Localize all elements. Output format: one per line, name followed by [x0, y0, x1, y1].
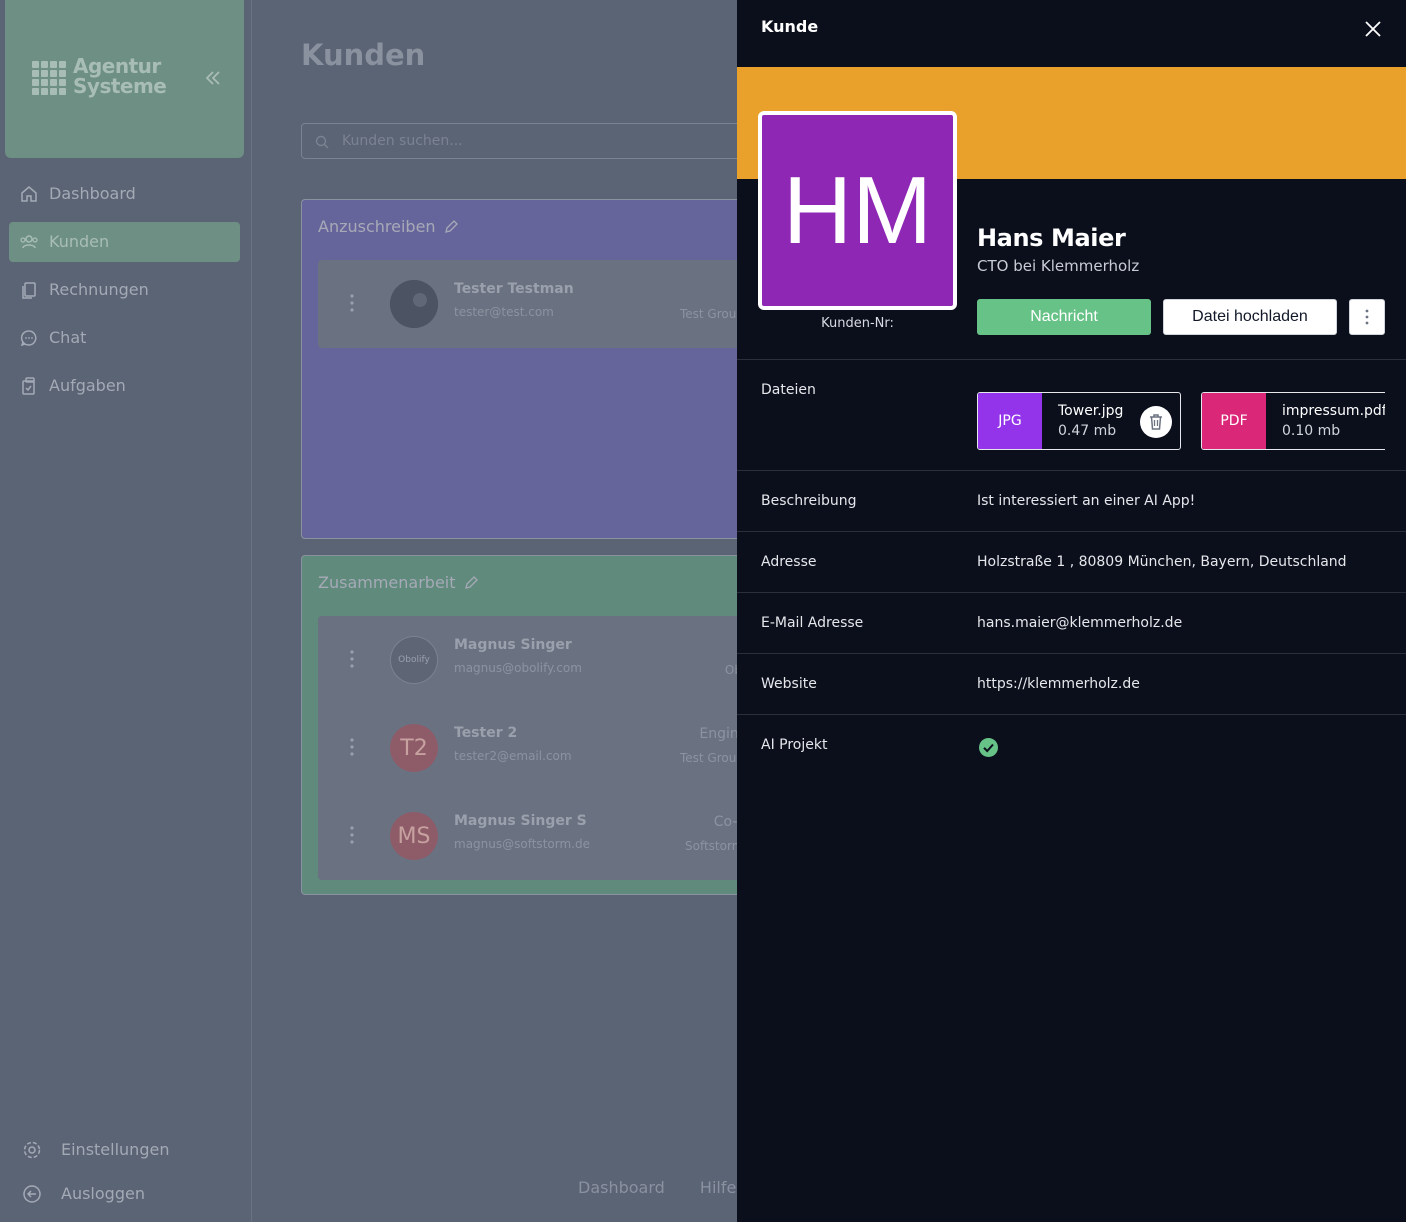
file-name: Tower.jpg — [1058, 403, 1124, 419]
card-list: Tester Testman tester@test.com CE Test G… — [318, 260, 760, 348]
clipboard-icon — [22, 377, 35, 395]
customer-name: Magnus Singer — [454, 637, 572, 653]
website-label: Website — [761, 676, 817, 692]
sidebar-item-label: Chat — [49, 328, 87, 347]
home-icon — [21, 186, 37, 202]
customer-name: Tester Testman — [454, 281, 574, 297]
customer-number-label: Kunden-Nr: — [821, 316, 894, 331]
website-value[interactable]: https://klemmerholz.de — [977, 676, 1140, 692]
sidebar: Agentur Systeme Dashboard Kunden Rechnun… — [0, 0, 252, 1222]
customer-email: tester@test.com — [454, 305, 554, 319]
sidebar-item-chat[interactable]: Chat — [9, 318, 240, 358]
message-button[interactable]: Nachricht — [977, 299, 1151, 335]
website-row: Website https://klemmerholz.de — [737, 653, 1406, 714]
sidebar-item-label: Aufgaben — [49, 376, 126, 395]
customer-name: Tester 2 — [454, 725, 518, 741]
footer-link-dashboard[interactable]: Dashboard — [578, 1178, 665, 1197]
edit-icon[interactable] — [464, 575, 479, 590]
close-icon[interactable] — [1363, 19, 1383, 39]
chat-icon — [20, 330, 37, 347]
customer-name: Hans Maier — [977, 224, 1126, 252]
search-input[interactable]: Kunden suchen... — [301, 123, 761, 159]
address-row: Adresse Holzstraße 1 , 80809 München, Ba… — [737, 531, 1406, 592]
gear-icon — [23, 1141, 41, 1159]
sidebar-item-label: Kunden — [49, 232, 110, 251]
file-type-badge: PDF — [1202, 393, 1266, 449]
customer-avatar: HM — [758, 111, 957, 310]
sidebar-item-label: Dashboard — [49, 184, 136, 203]
description-label: Beschreibung — [761, 493, 857, 509]
card-list: Obolify Magnus Singer magnus@obolify.com… — [318, 616, 760, 880]
sidebar-item-rechnungen[interactable]: Rechnungen — [9, 270, 240, 310]
customer-detail-panel: Kunde HM Kunden-Nr: Hans Maier CTO bei K… — [737, 0, 1406, 1222]
sidebar-item-kunden[interactable]: Kunden — [9, 222, 240, 262]
address-value: Holzstraße 1 , 80809 München, Bayern, De… — [977, 554, 1347, 570]
avatar: T2 — [390, 724, 438, 772]
customer-name: Magnus Singer S — [454, 813, 587, 829]
description-row: Beschreibung Ist interessiert an einer A… — [737, 470, 1406, 531]
avatar — [390, 280, 438, 328]
customer-card[interactable]: Tester Testman tester@test.com CE Test G… — [318, 260, 760, 348]
check-circle-icon — [979, 738, 998, 757]
page-title: Kunden — [301, 38, 426, 72]
email-label: E-Mail Adresse — [761, 615, 864, 631]
customer-card[interactable]: Obolify Magnus Singer magnus@obolify.com… — [318, 616, 760, 704]
address-label: Adresse — [761, 554, 817, 570]
sidebar-item-label: Einstellungen — [61, 1140, 170, 1159]
files-label: Dateien — [761, 382, 816, 398]
more-options-button[interactable] — [1349, 299, 1385, 335]
column-title: Zusammenarbeit — [318, 573, 456, 592]
footer-link-hilfe[interactable]: Hilfe — [700, 1178, 736, 1197]
column-title: Anzuschreiben — [318, 217, 436, 236]
sidebar-item-ausloggen[interactable]: Ausloggen — [22, 1182, 242, 1206]
edit-icon[interactable] — [444, 219, 459, 234]
drag-handle-icon[interactable] — [350, 294, 354, 312]
upload-file-button[interactable]: Datei hochladen — [1163, 299, 1337, 335]
avatar: MS — [390, 812, 438, 860]
file-name: impressum.pdf — [1282, 403, 1385, 419]
customer-subtitle: CTO bei Klemmerholz — [977, 257, 1140, 275]
customer-email: magnus@softstorm.de — [454, 837, 590, 851]
customer-card[interactable]: T2 Tester 2 tester2@email.com Enginee Te… — [318, 704, 760, 792]
file-item[interactable]: JPG Tower.jpg 0.47 mb — [977, 392, 1181, 450]
logo-text: Agentur Systeme — [73, 54, 167, 98]
search-placeholder: Kunden suchen... — [342, 133, 463, 149]
drag-handle-icon[interactable] — [350, 650, 354, 668]
sidebar-item-dashboard[interactable]: Dashboard — [9, 174, 240, 214]
file-size: 0.10 mb — [1282, 423, 1341, 439]
search-icon — [315, 135, 329, 149]
logo-icon — [32, 61, 66, 95]
trash-icon — [1150, 414, 1162, 430]
avatar: Obolify — [390, 636, 438, 684]
ai-project-label: AI Projekt — [761, 737, 828, 753]
drag-handle-icon[interactable] — [350, 826, 354, 844]
column-zusammenarbeit: Zusammenarbeit Obolify Magnus Singer mag… — [301, 555, 761, 895]
drag-handle-icon[interactable] — [350, 738, 354, 756]
sidebar-item-einstellungen[interactable]: Einstellungen — [22, 1138, 242, 1162]
logo-area: Agentur Systeme — [5, 0, 244, 158]
photo-avatar-icon — [390, 280, 438, 328]
sidebar-item-aufgaben[interactable]: Aufgaben — [9, 366, 240, 406]
file-item[interactable]: PDF impressum.pdf 0.10 mb — [1201, 392, 1385, 450]
customer-email: tester2@email.com — [454, 749, 572, 763]
delete-file-button[interactable] — [1140, 406, 1172, 438]
logout-icon — [23, 1185, 41, 1203]
email-value[interactable]: hans.maier@klemmerholz.de — [977, 615, 1182, 631]
ai-project-row: AI Projekt — [737, 714, 1406, 775]
collapse-sidebar-icon[interactable] — [203, 66, 223, 90]
email-row: E-Mail Adresse hans.maier@klemmerholz.de — [737, 592, 1406, 653]
file-type-badge: JPG — [978, 393, 1042, 449]
file-size: 0.47 mb — [1058, 423, 1117, 439]
sidebar-item-label: Rechnungen — [49, 280, 149, 299]
sidebar-item-label: Ausloggen — [61, 1184, 145, 1203]
documents-icon — [22, 282, 36, 299]
customer-card[interactable]: MS Magnus Singer S magnus@softstorm.de C… — [318, 792, 760, 880]
users-icon — [20, 235, 38, 249]
panel-title: Kunde — [761, 17, 819, 36]
more-vertical-icon — [1365, 309, 1369, 325]
customer-email: magnus@obolify.com — [454, 661, 582, 675]
description-value: Ist interessiert an einer AI App! — [977, 493, 1196, 509]
column-anzuschreiben: Anzuschreiben Tester Testman tester@test… — [301, 199, 761, 539]
